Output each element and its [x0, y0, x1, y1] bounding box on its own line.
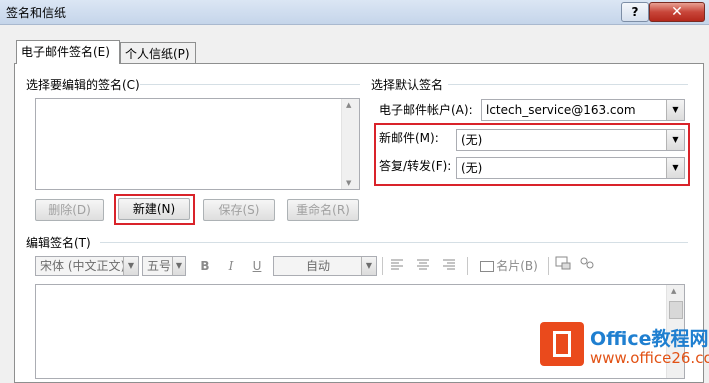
- business-card-icon: [480, 261, 495, 272]
- save-button[interactable]: 保存(S): [203, 199, 275, 221]
- scroll-down-icon[interactable]: ▼: [346, 179, 351, 187]
- underline-button[interactable]: U: [248, 256, 266, 276]
- separator: [100, 242, 688, 243]
- toolbar-separator: [548, 257, 549, 275]
- scroll-up-icon[interactable]: ▲: [671, 287, 676, 295]
- chevron-down-icon[interactable]: ▼: [172, 257, 185, 275]
- account-select[interactable]: lctech_service@163.com ▼: [481, 99, 685, 121]
- account-value: lctech_service@163.com: [486, 103, 636, 117]
- align-right-icon[interactable]: [440, 256, 458, 276]
- chevron-down-icon[interactable]: ▼: [361, 257, 376, 275]
- separator: [140, 84, 360, 85]
- business-card-label: 名片(B): [496, 259, 538, 273]
- separator: [448, 84, 688, 85]
- listbox-scrollbar[interactable]: ▲ ▼: [341, 99, 359, 189]
- bold-button[interactable]: B: [196, 256, 214, 276]
- edit-signature-label: 编辑签名(T): [26, 236, 91, 250]
- rename-button[interactable]: 重命名(R): [287, 199, 359, 221]
- close-button[interactable]: ✕: [649, 2, 705, 22]
- font-select[interactable]: 宋体 (中文正文) ▼: [35, 256, 139, 276]
- tab-personal-stationery[interactable]: 个人信纸(P): [120, 42, 196, 64]
- size-value: 五号: [147, 259, 172, 273]
- scroll-up-icon[interactable]: ▲: [346, 101, 351, 109]
- toolbar-separator: [467, 257, 468, 275]
- highlight-new-button: [114, 194, 195, 225]
- scroll-thumb[interactable]: [669, 301, 683, 319]
- account-label: 电子邮件帐户(A):: [379, 103, 473, 117]
- color-select[interactable]: 自动 ▼: [273, 256, 377, 276]
- highlight-defaults: [374, 123, 690, 186]
- delete-button[interactable]: 删除(D): [35, 199, 104, 221]
- align-center-icon[interactable]: [414, 256, 432, 276]
- chevron-down-icon[interactable]: ▼: [666, 100, 684, 120]
- color-value: 自动: [305, 259, 330, 273]
- watermark: Office教程网 www.office26.com: [540, 322, 709, 375]
- signature-listbox[interactable]: ▲ ▼: [35, 98, 360, 190]
- signature-list-label: 选择要编辑的签名(C): [26, 78, 140, 92]
- window-title: 签名和信纸: [6, 6, 67, 20]
- help-button[interactable]: ?: [621, 2, 649, 22]
- office-logo-icon: [540, 322, 584, 366]
- tab-email-signature[interactable]: 电子邮件签名(E): [16, 40, 120, 64]
- align-left-icon[interactable]: [388, 256, 406, 276]
- italic-button[interactable]: I: [222, 256, 240, 276]
- watermark-url: www.office26.com: [590, 349, 709, 367]
- toolbar-separator: [382, 257, 383, 275]
- size-select[interactable]: 五号 ▼: [142, 256, 186, 276]
- watermark-brand: Office教程网: [590, 328, 709, 350]
- title-bar: 签名和信纸 ? ✕: [0, 0, 709, 25]
- chevron-down-icon[interactable]: ▼: [123, 257, 138, 275]
- business-card-button[interactable]: 名片(B): [476, 256, 542, 276]
- insert-hyperlink-icon[interactable]: [578, 256, 596, 276]
- font-value: 宋体 (中文正文): [40, 259, 126, 273]
- default-signature-label: 选择默认签名: [371, 78, 444, 92]
- insert-picture-icon[interactable]: [554, 256, 572, 276]
